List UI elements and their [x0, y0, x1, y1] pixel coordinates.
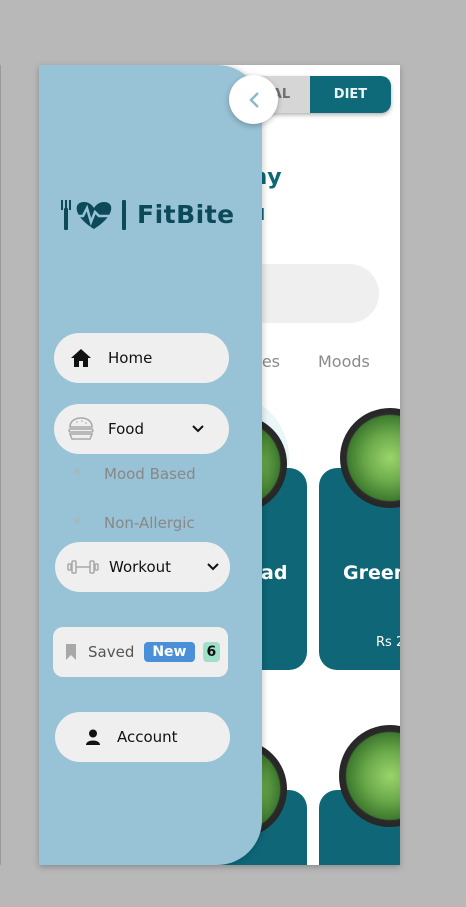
sidebar-drawer: FitBite Home Food Mood Based Non-Allergi… [39, 65, 262, 865]
sidebar-item-workout[interactable]: Workout [55, 542, 230, 592]
category-tab-moods[interactable]: Moods [318, 352, 370, 371]
window-edge [0, 65, 1, 865]
sidebar-item-label: Saved [88, 643, 135, 661]
dumbbell-icon [67, 560, 99, 574]
sidebar-item-home[interactable]: Home [54, 333, 229, 383]
burger-icon [68, 417, 94, 440]
bookmark-icon [66, 644, 76, 660]
sidebar-item-label: Workout [109, 558, 172, 576]
sidebar-subitem-non-allergic[interactable]: Non-Allergic [104, 514, 195, 532]
app-logo: FitBite [59, 196, 235, 232]
user-icon [86, 729, 100, 745]
chevron-down-icon[interactable] [192, 425, 204, 433]
bullet-dot [74, 518, 80, 524]
sidebar-subitem-mood-based[interactable]: Mood Based [104, 465, 196, 483]
saved-count-badge: 6 [202, 642, 221, 662]
toggle-diet[interactable]: DIET [310, 76, 391, 113]
chevron-down-icon[interactable] [207, 563, 219, 571]
sidebar-item-label: Food [108, 420, 144, 438]
sidebar-item-food[interactable]: Food [54, 404, 229, 454]
card-title: ad [261, 562, 288, 584]
sidebar-item-account[interactable]: Account [55, 712, 230, 762]
sidebar-item-saved[interactable]: Saved New 6 [53, 627, 228, 677]
close-drawer-button[interactable] [229, 75, 278, 124]
heartbeat-logo-icon [61, 200, 126, 230]
chevron-left-icon [248, 91, 259, 108]
sidebar-item-label: Home [108, 349, 153, 367]
new-badge: New [144, 642, 195, 662]
home-icon [71, 349, 91, 367]
card-price: Rs 2 [376, 635, 400, 650]
card-title-green: Green [343, 562, 400, 584]
bullet-dot [74, 468, 80, 474]
app-screen: RMAL DIET s, healthy t for you h ories M… [39, 65, 400, 865]
logo-text: FitBite [137, 199, 235, 229]
sidebar-item-label: Account [117, 728, 178, 746]
